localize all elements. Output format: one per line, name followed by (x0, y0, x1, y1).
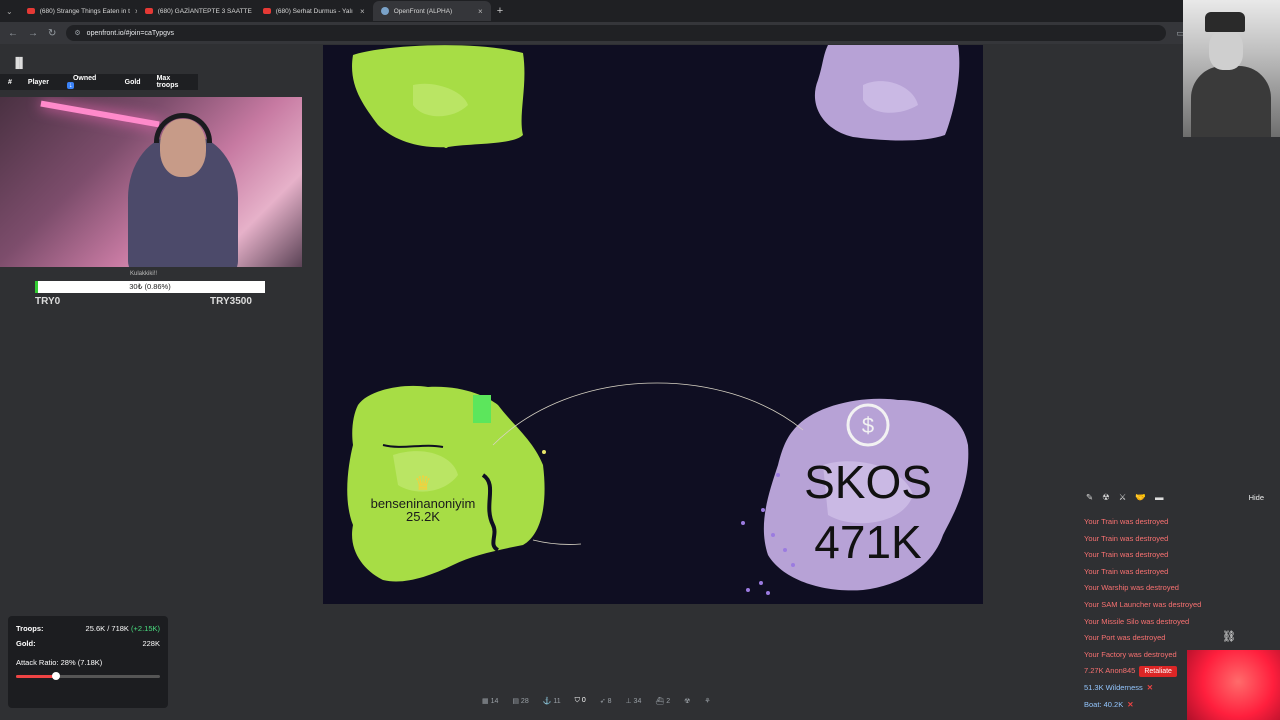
incoming-attack-text: 7.27K Anon845 (1084, 666, 1136, 676)
lb-col-player[interactable]: Player (20, 79, 57, 86)
defense-build-button[interactable]: ⛉ 0 (575, 697, 586, 705)
event-message: Your Train was destroyed (1084, 517, 1169, 526)
donation-progress-text: 30₺ (0.86%) (129, 282, 171, 291)
url-field[interactable]: ⚙ openfront.io/#join=caTypgvs (66, 25, 1167, 41)
event-message: Your Warship was destroyed (1084, 583, 1179, 593)
back-icon[interactable]: ← (8, 28, 18, 39)
crown-icon: ♛ (414, 471, 432, 495)
chat-filter-icon[interactable]: ▬ (1155, 492, 1164, 502)
donation-progress-bar: 30₺ (0.86%) (35, 281, 265, 293)
event-message: Your Train was destroyed (1084, 550, 1169, 560)
browser-tab-1[interactable]: (680) Strange Things Eaten in t× (19, 1, 137, 21)
lb-col-owned[interactable]: Owned↓ (57, 75, 117, 89)
donation-max: TRY3500 (210, 296, 252, 307)
youtube-icon (26, 8, 35, 14)
mirv-build-button[interactable]: ⚘ (704, 697, 710, 705)
cancel-attack-icon[interactable]: ✕ (1147, 680, 1153, 697)
gold-label: Gold: (16, 639, 36, 648)
warship-build-button[interactable]: ⛴ 2 (655, 697, 670, 705)
troops-value: 25.6K / 718K (85, 624, 129, 633)
events-filter-bar: ✎ ☢ ⚔ 🤝 ▬ Hide (1080, 489, 1270, 505)
sort-icon: ↓ (66, 82, 75, 89)
event-message: Your Train was destroyed (1084, 533, 1169, 543)
reload-icon[interactable]: ↻ (48, 28, 56, 39)
build-filter-icon[interactable]: ✎ (1086, 492, 1093, 503)
attack-ratio-label: Attack Ratio: 28% (7.18K) (16, 658, 103, 667)
enemy-troops-label: 471K (814, 516, 922, 568)
leaderboard-icon[interactable]: ▐▌ (12, 58, 26, 69)
retaliate-button[interactable]: Retaliate (1139, 666, 1177, 678)
player-stats-panel: Troops: 25.6K / 718K (+2.15K) Gold: 228K… (8, 616, 168, 708)
close-icon[interactable]: × (478, 7, 483, 16)
address-bar: ← → ↻ ⚙openfront.io/#join=caTypgvs ▭☆ (0, 22, 1280, 44)
browser-tab-3[interactable]: (680) Serhat Durmus - Yalı × (255, 1, 373, 21)
factory-build-button[interactable]: ▤ 28 (512, 697, 528, 705)
browser-tab-4[interactable]: OpenFront (ALPHA) × (372, 1, 491, 21)
missile-build-button[interactable]: ➶ 8 (600, 697, 612, 705)
hide-events-button[interactable]: Hide (1249, 493, 1270, 502)
port-build-button[interactable]: ⚓ 11 (543, 697, 561, 705)
attack-ratio-handle[interactable] (52, 672, 61, 680)
link-icon[interactable]: ⛓ (1222, 630, 1236, 643)
site-info-icon[interactable]: ⚙ (74, 29, 80, 37)
attack-filter-icon[interactable]: ⚔ (1119, 492, 1127, 503)
map-canvas[interactable]: $ ♛ benseninanoniyim 25.2K SKOS 471K (323, 45, 983, 604)
troops-delta: (+2.15K) (131, 624, 160, 633)
boat-attack-text: Boat: 40.2K (1084, 699, 1124, 709)
event-message: Your SAM Launcher was destroyed (1084, 599, 1202, 609)
cancel-boat-icon[interactable]: ✕ (1127, 697, 1133, 714)
youtube-icon (144, 8, 153, 14)
streamer-webcam (0, 97, 302, 267)
enemy-name-label: SKOS (804, 456, 932, 508)
sam-build-button[interactable]: ⊥ 34 (626, 697, 642, 705)
event-message: Your Missile Silo was destroyed (1084, 616, 1190, 626)
event-message: Your Port was destroyed (1084, 633, 1166, 643)
forward-icon[interactable]: → (28, 28, 38, 39)
troops-label: Troops: (16, 624, 44, 633)
alliance-filter-icon[interactable]: 🤝 (1135, 492, 1146, 503)
build-bar: ▦ 14 ▤ 28 ⚓ 11 ⛉ 0 ➶ 8 ⊥ 34 ⛴ 2 ☢ ⚘ (482, 693, 711, 709)
youtube-icon (262, 8, 271, 14)
svg-text:$: $ (862, 413, 874, 438)
gold-value: 228K (142, 639, 160, 648)
donation-min: TRY0 (35, 296, 61, 307)
donation-goal-label: Kulakkiki!! (130, 271, 158, 277)
lb-col-rank[interactable]: # (0, 79, 20, 86)
player-troops-label: 25.2K (406, 509, 440, 524)
tab-search-icon[interactable]: ⌄ (6, 7, 13, 16)
nuke-build-button[interactable]: ☢ (684, 697, 690, 705)
attack-ratio-slider[interactable] (16, 672, 160, 680)
browser-tab-2[interactable]: (680) GAZİANTEPTE 3 SAATTE× (137, 1, 255, 21)
close-icon[interactable]: × (360, 7, 365, 16)
portrait-overlay (1183, 0, 1280, 137)
lb-col-gold[interactable]: Gold (117, 79, 149, 86)
browser-tab-bar: ⌄ (680) Strange Things Eaten in t× (680)… (0, 0, 1280, 22)
openfront-icon (380, 7, 389, 15)
nuke-filter-icon[interactable]: ☢ (1102, 492, 1110, 503)
lb-col-max-troops[interactable]: Max troops (149, 75, 198, 89)
leaderboard-header: # Player Owned↓ Gold Max troops (0, 74, 198, 90)
new-tab-icon[interactable]: + (497, 5, 503, 17)
cat-video-overlay (1187, 650, 1280, 720)
game-map[interactable]: $ ♛ benseninanoniyim 25.2K SKOS 471K (323, 45, 983, 604)
event-message: Your Train was destroyed (1084, 566, 1169, 576)
outgoing-attack-text: 51.3K Wilderness (1084, 682, 1143, 692)
city-build-button[interactable]: ▦ 14 (482, 697, 498, 705)
